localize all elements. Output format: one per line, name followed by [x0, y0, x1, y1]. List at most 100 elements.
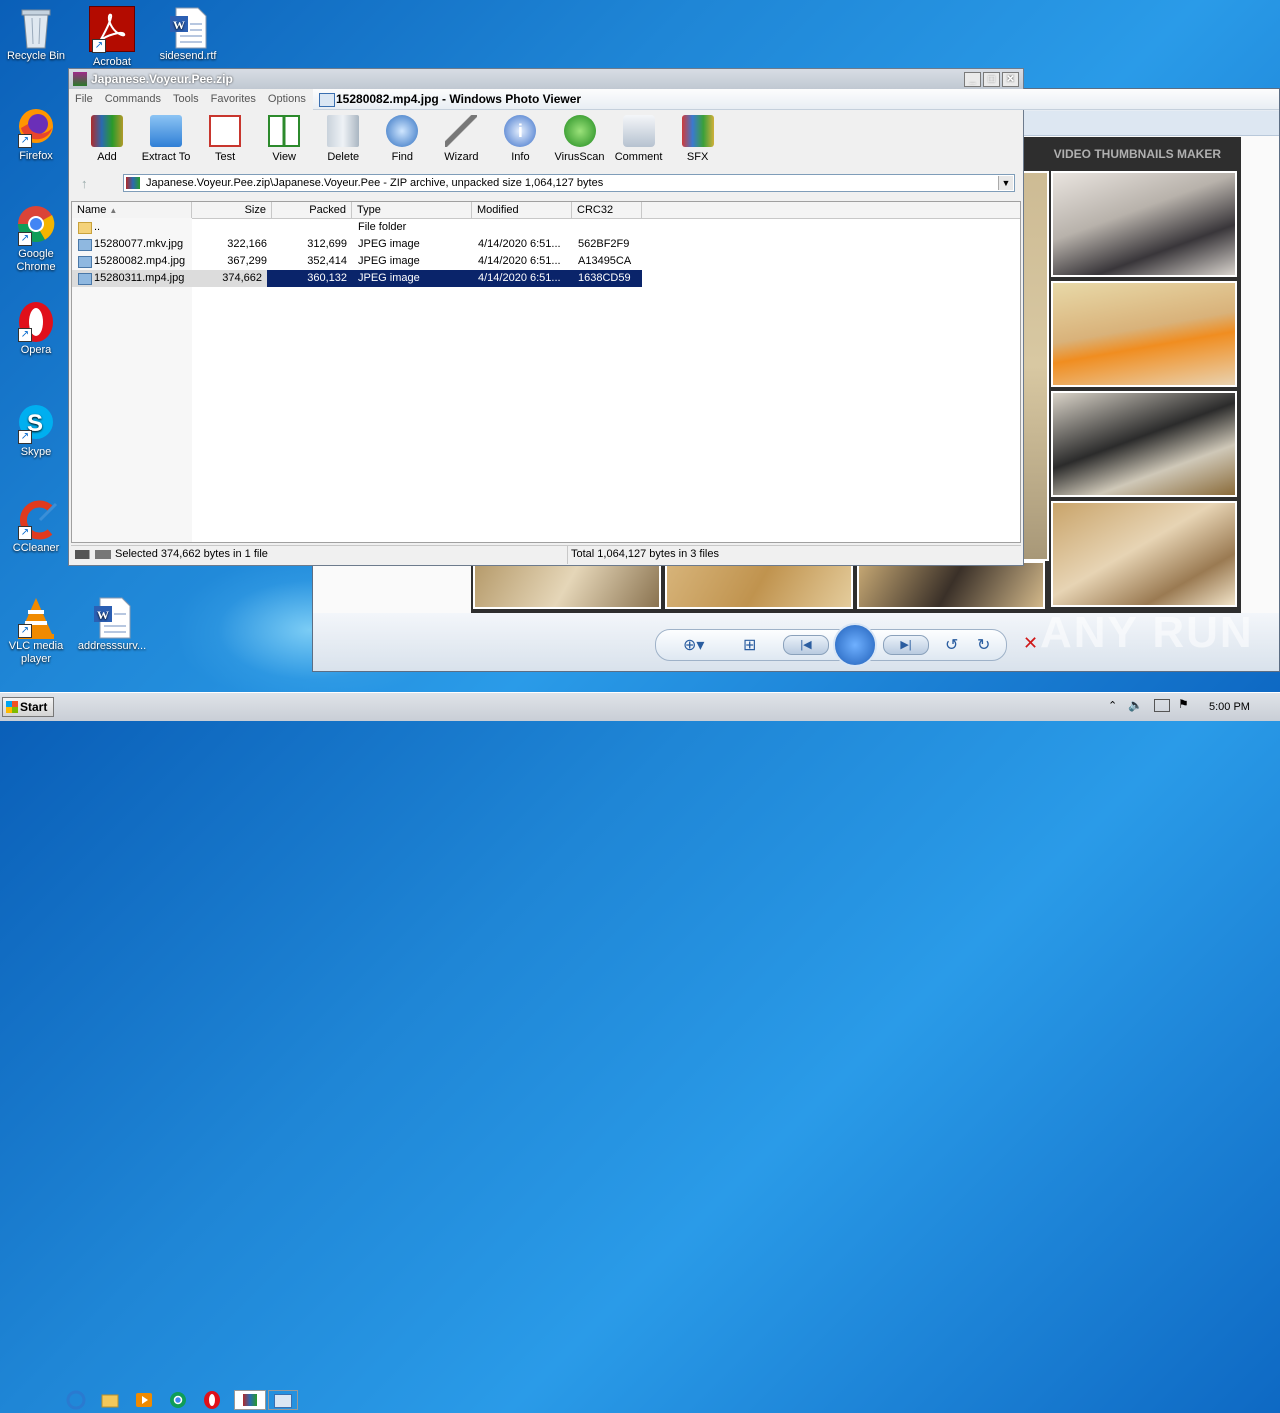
thumbnail-4	[1051, 501, 1237, 607]
rotate-right-icon[interactable]: ↻	[977, 635, 990, 655]
actual-size-icon[interactable]: ⊞	[743, 635, 756, 655]
desktop-icon-firefox[interactable]: ↗ Firefox	[0, 106, 72, 163]
close-button[interactable]: ✕	[1002, 71, 1019, 87]
chrome-taskbar-icon[interactable]	[168, 1390, 196, 1410]
word-document-icon: W	[168, 6, 208, 49]
word-document-icon: W	[92, 596, 132, 639]
desktop-icon-label: Skype	[20, 446, 52, 458]
path-dropdown-icon[interactable]: ▼	[998, 176, 1013, 190]
desktop-icon-acrobat[interactable]: ↗ Acrobat	[76, 6, 148, 69]
desktop-icon-ccleaner[interactable]: ↗ CCleaner	[0, 498, 72, 555]
trash-icon	[327, 115, 360, 147]
virusscan-button[interactable]: VirusScan	[552, 113, 608, 163]
desktop-icon-vlc[interactable]: ↗ VLC media player	[0, 596, 72, 666]
menu-favorites[interactable]: Favorites	[211, 93, 256, 105]
menu-commands[interactable]: Commands	[105, 93, 161, 105]
menu-file[interactable]: File	[75, 93, 93, 105]
add-button[interactable]: Add	[79, 113, 135, 163]
menu-options[interactable]: Options	[268, 93, 306, 105]
find-button[interactable]: Find	[374, 113, 430, 163]
desktop-icon-skype[interactable]: S ↗ Skype	[0, 402, 72, 459]
next-icon[interactable]: ▶|	[883, 635, 929, 655]
skype-icon: S ↗	[16, 402, 56, 444]
info-icon: i	[504, 115, 537, 147]
maximize-button[interactable]: □	[983, 71, 1000, 87]
extract-folder-icon	[150, 115, 183, 147]
photo-viewer-title: 15280082.mp4.jpg - Windows Photo Viewer	[336, 92, 582, 106]
column-packed[interactable]: Packed	[272, 202, 352, 218]
start-button[interactable]: Start	[2, 697, 54, 717]
photo-viewer-taskbar-button[interactable]	[268, 1390, 298, 1410]
desktop-icon-label: CCleaner	[12, 542, 60, 554]
recycle-bin-icon	[16, 6, 56, 49]
clock[interactable]: 5:00 PM	[1209, 701, 1250, 713]
path-field[interactable]: Japanese.Voyeur.Pee.zip\Japanese.Voyeur.…	[123, 174, 1015, 192]
rotate-left-icon[interactable]: ↺	[945, 635, 958, 655]
opera-taskbar-icon[interactable]	[202, 1390, 230, 1410]
comment-button[interactable]: Comment	[611, 113, 667, 163]
desktop-icon-sidesend-rtf[interactable]: W sidesend.rtf	[152, 6, 224, 63]
desktop-icon-label: Firefox	[19, 150, 53, 162]
speaker-icon[interactable]: 🔈	[1128, 698, 1143, 712]
jpeg-file-icon	[78, 273, 92, 285]
view-button[interactable]: View	[256, 113, 312, 163]
view-book-icon	[268, 115, 301, 147]
minimize-button[interactable]: _	[964, 71, 981, 87]
desktop-icon-label: Opera	[20, 344, 52, 356]
svg-text:W: W	[97, 608, 109, 622]
winrar-window[interactable]: Japanese.Voyeur.Pee.zip _ □ ✕ File Comma…	[68, 68, 1024, 566]
photo-viewer-titlebar-front[interactable]: 15280082.mp4.jpg - Windows Photo Viewer	[313, 89, 1279, 110]
extract-to-button[interactable]: Extract To	[138, 113, 194, 163]
network-icon[interactable]	[1154, 699, 1170, 712]
winrar-taskbar-button[interactable]	[234, 1390, 266, 1410]
action-center-flag-icon[interactable]: ⚑	[1178, 697, 1189, 711]
menu-tools[interactable]: Tools	[173, 93, 199, 105]
previous-icon[interactable]: |◀	[783, 635, 829, 655]
desktop-icon-label: Google Chrome	[16, 248, 56, 273]
table-row[interactable]: 15280082.mp4.jpg 367,299 352,414 JPEG im…	[72, 253, 642, 270]
test-button[interactable]: Test	[197, 113, 253, 163]
tray-expand-icon[interactable]: ⌃	[1108, 699, 1117, 712]
up-arrow-icon[interactable]: ↑	[81, 176, 88, 191]
table-row-parent[interactable]: .. File folder	[72, 219, 642, 236]
acrobat-icon: ↗	[89, 6, 135, 53]
slideshow-icon[interactable]	[833, 623, 877, 667]
status-total: Total 1,064,127 bytes in 3 files	[571, 548, 719, 560]
winrar-taskbar-icon	[243, 1394, 257, 1406]
sfx-button[interactable]: SFX	[670, 113, 726, 163]
column-name[interactable]: Name ▲	[72, 202, 192, 218]
file-list: Name ▲ Size Packed Type Modified CRC32 .…	[71, 201, 1021, 543]
column-crc32[interactable]: CRC32	[572, 202, 642, 218]
firefox-icon: ↗	[16, 106, 56, 148]
desktop-icon-label: sidesend.rtf	[159, 50, 217, 62]
zoom-icon[interactable]: ⊕▾	[683, 635, 704, 655]
thumbnail-3	[1051, 391, 1237, 497]
delete-button[interactable]: Delete	[315, 113, 371, 163]
media-player-taskbar-icon[interactable]	[134, 1390, 162, 1410]
desktop-icon-google-chrome[interactable]: ↗ Google Chrome	[0, 204, 72, 274]
table-row-selected[interactable]: 15280311.mp4.jpg 374,662 360,132 JPEG im…	[72, 270, 642, 287]
photo-viewer-taskbar-icon	[274, 1394, 292, 1408]
explorer-taskbar-icon[interactable]	[100, 1390, 128, 1410]
column-size[interactable]: Size	[192, 202, 272, 218]
delete-icon[interactable]: ✕	[1023, 633, 1038, 654]
column-modified[interactable]: Modified	[472, 202, 572, 218]
table-row[interactable]: 15280077.mkv.jpg 322,166 312,699 JPEG im…	[72, 236, 642, 253]
vlc-icon: ↗	[16, 596, 56, 639]
thumbnail-5	[473, 561, 661, 609]
drive-icon	[75, 550, 111, 559]
wizard-button[interactable]: Wizard	[433, 113, 489, 163]
desktop-icon-addresssurv[interactable]: W addresssurv...	[76, 596, 148, 653]
column-type[interactable]: Type	[352, 202, 472, 218]
path-text: Japanese.Voyeur.Pee.zip\Japanese.Voyeur.…	[146, 177, 604, 189]
desktop-icon-opera[interactable]: ↗ Opera	[0, 300, 72, 357]
ie-taskbar-icon[interactable]	[66, 1390, 94, 1410]
photo-viewer-menubar	[1023, 111, 1279, 136]
file-list-header: Name ▲ Size Packed Type Modified CRC32	[72, 202, 1020, 219]
info-button[interactable]: i Info	[492, 113, 548, 163]
winrar-title: Japanese.Voyeur.Pee.zip	[91, 72, 233, 86]
anyrun-watermark: ANY RUN	[1040, 608, 1254, 657]
thumbnail-7	[857, 561, 1045, 609]
winrar-titlebar[interactable]: Japanese.Voyeur.Pee.zip _ □ ✕	[69, 69, 1023, 89]
desktop-icon-recycle-bin[interactable]: Recycle Bin	[0, 6, 72, 63]
